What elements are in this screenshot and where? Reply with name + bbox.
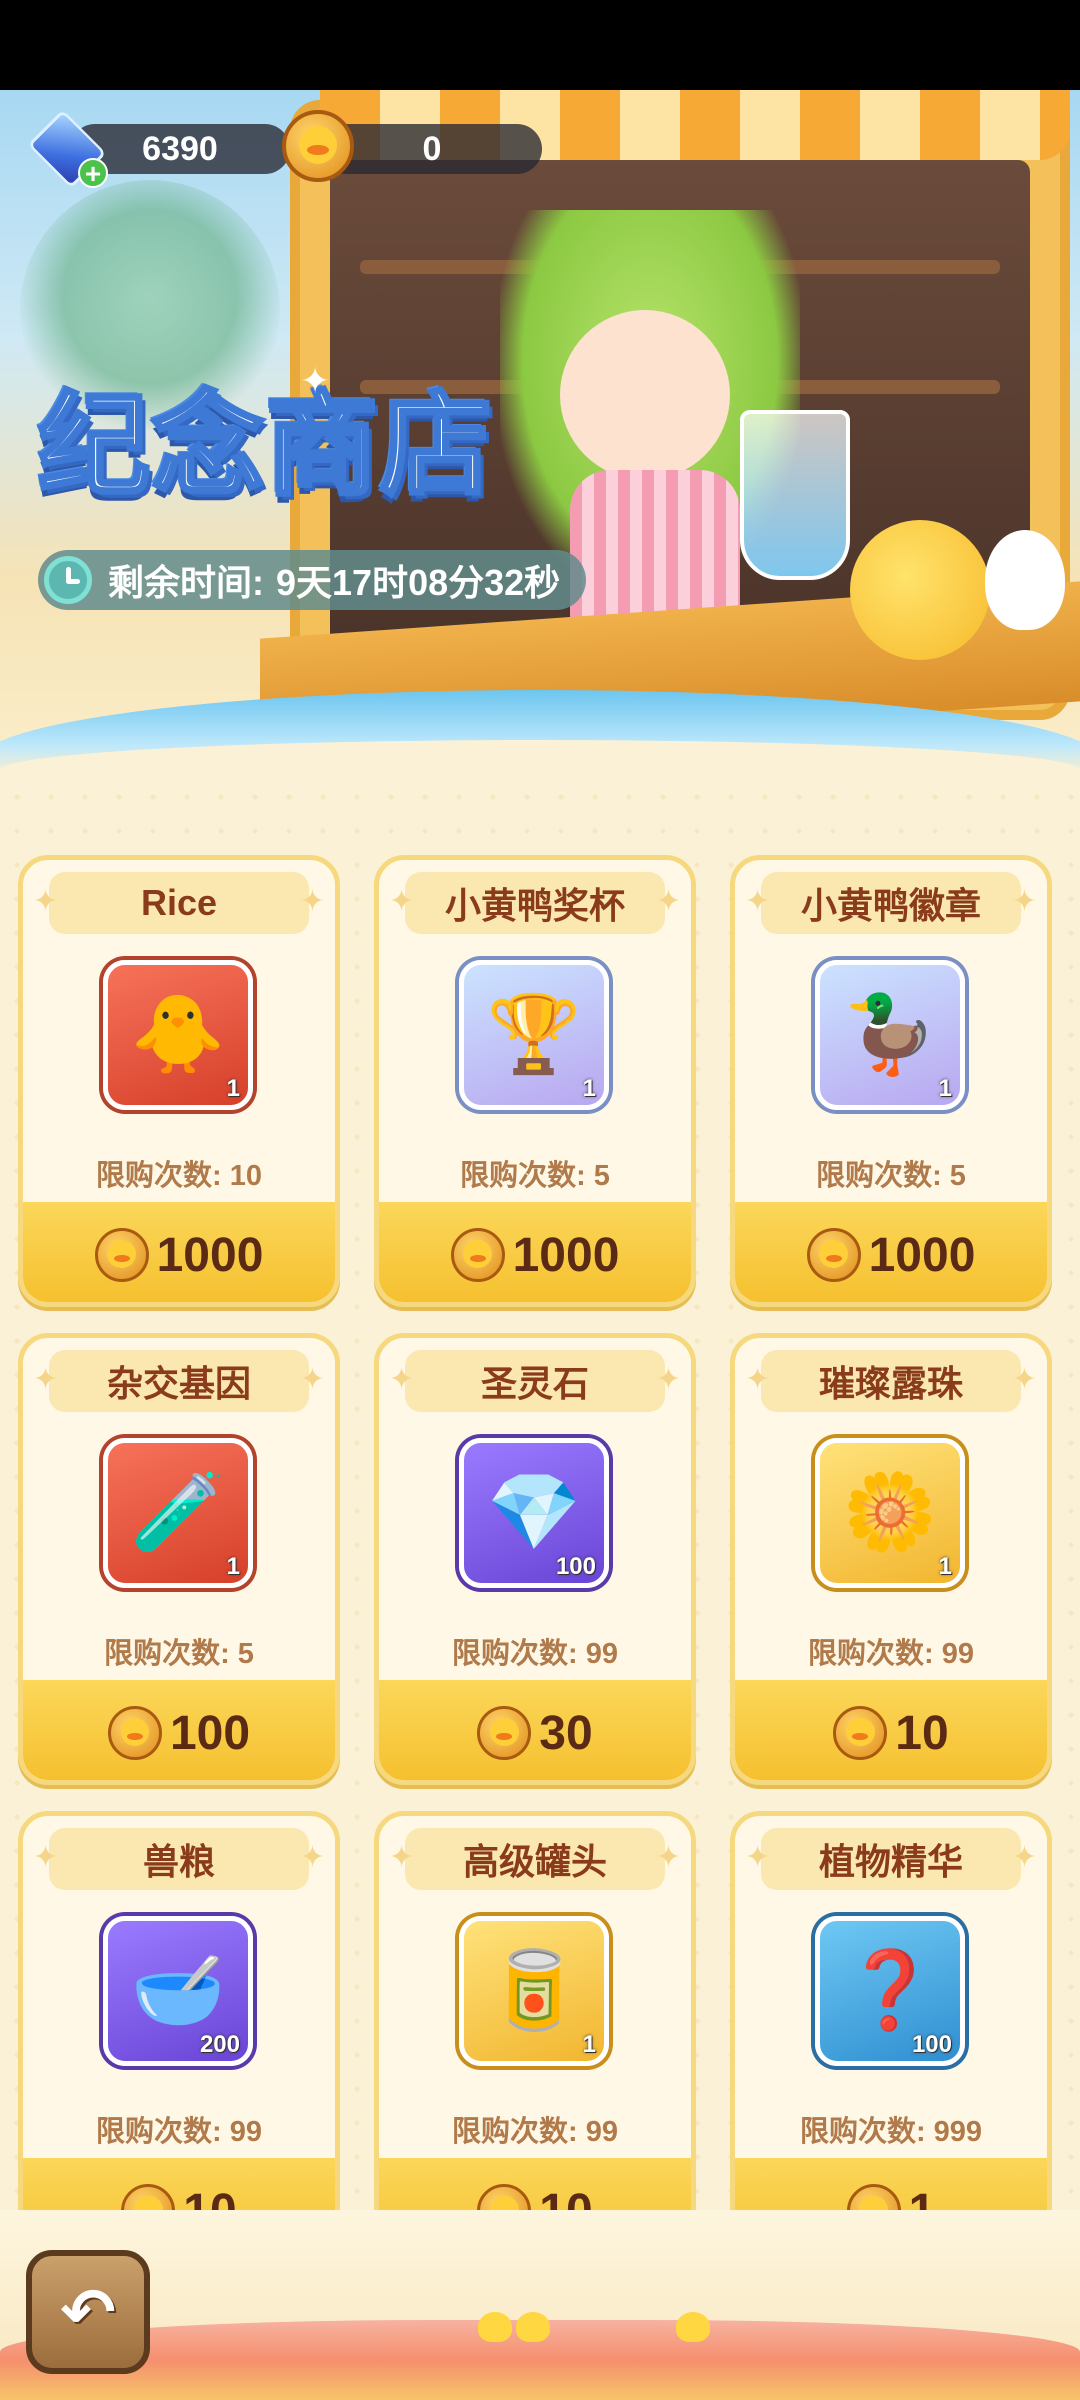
shop-item-card[interactable]: 璀璨露珠 🌼1 限购次数: 99 10 (730, 1333, 1052, 1785)
duck-coin-icon (806, 1228, 861, 1282)
shop-item-card[interactable]: 高级罐头 🥫1 限购次数: 99 10 (374, 1811, 696, 2210)
shop-item-card[interactable]: 小黄鸭徽章 🦆1 限购次数: 5 1000 (730, 855, 1052, 1307)
item-name: 高级罐头 (389, 1828, 681, 1890)
purchase-limit: 限购次数: 99 (808, 1638, 974, 1670)
duck-coin-icon (107, 1706, 162, 1760)
clock-icon (44, 556, 92, 604)
gem-currency[interactable]: 6390 + (27, 109, 290, 189)
duck-coin-icon (833, 1706, 888, 1760)
item-name: Rice (33, 872, 325, 934)
shop-item-card[interactable]: Rice 🐥1 限购次数: 10 1000 (18, 855, 340, 1307)
gene-tube-icon[interactable]: 🧪 1 (103, 1438, 253, 1588)
buy-button[interactable]: 100 (23, 1680, 335, 1780)
canned-food-icon[interactable]: 🥫 1 (459, 1916, 609, 2066)
purchase-limit: 限购次数: 5 (816, 1160, 966, 1192)
item-price: 100 (169, 1706, 251, 1760)
item-price: 10 (895, 1706, 949, 1760)
mini-duck-decor (516, 2312, 550, 2342)
purchase-limit: 限购次数: 99 (96, 2116, 262, 2148)
duck-trophy-icon[interactable]: 🏆 1 (459, 960, 609, 1110)
shop-item-card[interactable]: 小黄鸭奖杯 🏆1 限购次数: 5 1000 (374, 855, 696, 1307)
item-quantity: 1 (226, 1075, 240, 1102)
remaining-time: 剩余时间: 9天17时08分32秒 (38, 550, 587, 610)
item-price: 1000 (868, 1228, 976, 1282)
buy-button[interactable]: 30 (379, 1680, 691, 1780)
pet-food-bowl-icon[interactable]: 🥣 200 (103, 1916, 253, 2066)
diamond-gem-icon: + (27, 109, 110, 190)
duck-coin-icon (450, 1228, 505, 1282)
buy-button[interactable]: 1000 (735, 1202, 1047, 1302)
plus-icon[interactable]: + (78, 158, 108, 188)
duck-coin-icon (477, 2184, 532, 2210)
duck-coin-icon (477, 1706, 532, 1760)
duck-costume-icon[interactable]: 🐥 1 (103, 960, 253, 1110)
purchase-limit: 限购次数: 999 (799, 2116, 983, 2148)
item-price: 10 (539, 2184, 592, 2211)
item-quantity: 1 (582, 1075, 596, 1102)
sparkle-icon: ✦ (300, 360, 331, 401)
buy-button[interactable]: 1 (735, 2158, 1047, 2210)
item-price: 1000 (512, 1228, 620, 1282)
shop-item-grid[interactable]: Rice🐥1限购次数: 101000小黄鸭奖杯🏆1限购次数: 51000小黄鸭徽… (18, 855, 1062, 2210)
timer-value: 9天17时08分32秒 (276, 562, 561, 603)
item-name: 小黄鸭奖杯 (389, 872, 681, 934)
item-quantity: 1 (938, 1075, 952, 1102)
buy-button[interactable]: 1000 (379, 1202, 691, 1302)
back-button[interactable]: ↶ (26, 2250, 150, 2374)
item-quantity: 200 (199, 2031, 240, 2058)
mini-duck-decor (478, 2312, 512, 2342)
duck-badge-icon[interactable]: 🦆 1 (815, 960, 965, 1110)
item-name: 小黄鸭徽章 (745, 872, 1037, 934)
crystal-icon[interactable]: 💎 100 (459, 1438, 609, 1588)
shop-item-card[interactable]: 植物精华 ❓100 限购次数: 999 1 (730, 1811, 1052, 2210)
buy-button[interactable]: 10 (735, 1680, 1047, 1780)
duck-coin-icon (94, 1228, 149, 1282)
shopkeeper-face (560, 310, 730, 480)
egg-illustration (985, 530, 1065, 630)
item-name: 璀璨露珠 (745, 1350, 1037, 1412)
duck-coin-currency: 0 (282, 110, 542, 182)
item-quantity: 1 (938, 1553, 952, 1580)
purchase-limit: 限购次数: 99 (452, 1638, 618, 1670)
purchase-limit: 限购次数: 5 (460, 1160, 610, 1192)
buy-button[interactable]: 1000 (23, 1202, 335, 1302)
yellow-duck-illustration (850, 520, 990, 660)
item-quantity: 1 (226, 1553, 240, 1580)
buy-button[interactable]: 10 (379, 2158, 691, 2210)
item-quantity: 100 (555, 1553, 596, 1580)
buy-button[interactable]: 10 (23, 2158, 335, 2210)
duck-coin-icon (121, 2184, 176, 2210)
dew-flower-icon[interactable]: 🌼 1 (815, 1438, 965, 1588)
item-price: 30 (539, 1706, 593, 1760)
item-name: 兽粮 (33, 1828, 325, 1890)
item-price: 1000 (156, 1228, 264, 1282)
item-price: 1 (909, 2184, 936, 2211)
purchase-limit: 限购次数: 5 (104, 1638, 254, 1670)
item-price: 10 (183, 2184, 236, 2211)
item-name: 植物精华 (745, 1828, 1037, 1890)
item-name: 圣灵石 (389, 1350, 681, 1412)
shop-item-card[interactable]: 杂交基因 🧪1 限购次数: 5 100 (18, 1333, 340, 1785)
timer-label: 剩余时间: (108, 562, 264, 603)
item-name: 杂交基因 (33, 1350, 325, 1412)
duck-coin-amount: 0 (322, 124, 542, 174)
shop-item-card[interactable]: 兽粮 🥣200 限购次数: 99 10 (18, 1811, 340, 2210)
purchase-limit: 限购次数: 99 (452, 2116, 618, 2148)
item-quantity: 1 (582, 2031, 596, 2058)
status-bar (0, 0, 1080, 90)
item-quantity: 100 (911, 2031, 952, 2058)
mini-duck-decor (676, 2312, 710, 2342)
back-arrow-icon: ↶ (60, 2274, 116, 2349)
shop-item-card[interactable]: 圣灵石 💎100 限购次数: 99 30 (374, 1333, 696, 1785)
plant-essence-icon[interactable]: ❓ 100 (815, 1916, 965, 2066)
duck-coin-icon (846, 2184, 901, 2210)
purchase-limit: 限购次数: 10 (96, 1160, 262, 1192)
shop-title: 纪念商店 (36, 379, 494, 513)
drink-glass-illustration (740, 410, 850, 580)
duck-coin-icon (282, 110, 354, 182)
